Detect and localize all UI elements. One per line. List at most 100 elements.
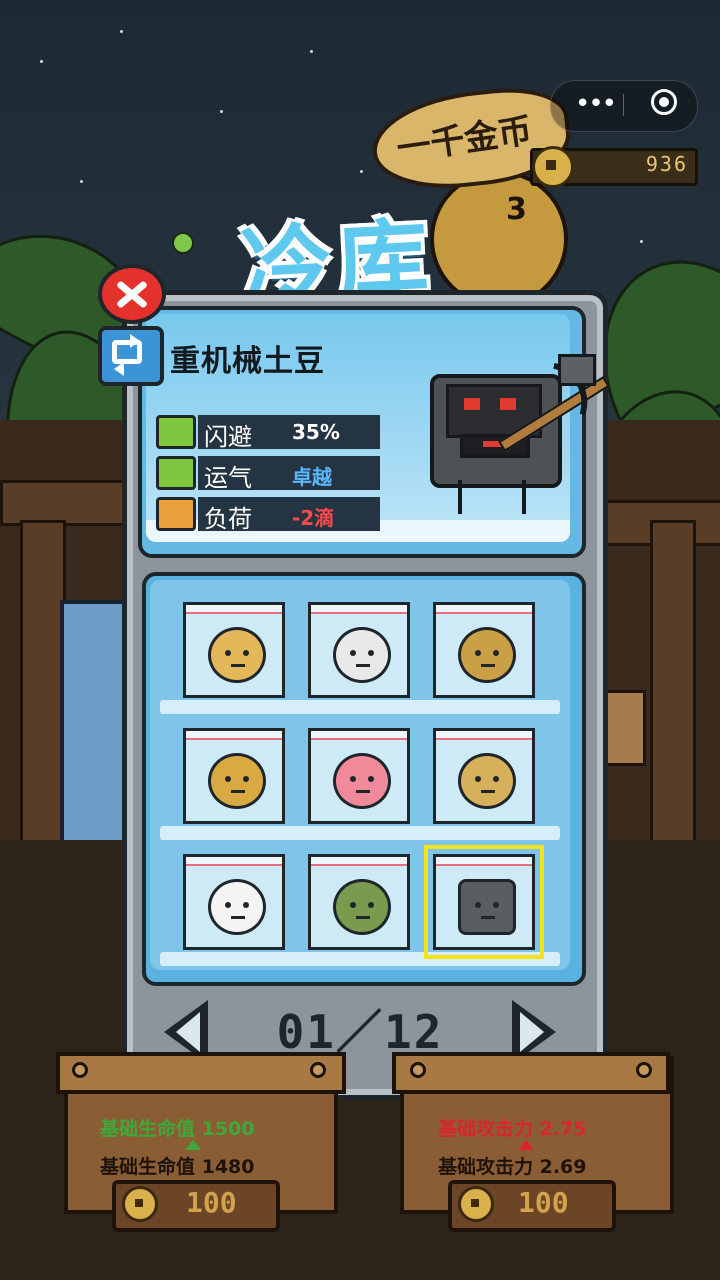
moon-potato xyxy=(430,170,568,308)
star xyxy=(220,110,223,113)
stat-value: 卓越 xyxy=(292,465,332,489)
nail xyxy=(72,1062,88,1078)
ziplock-strip xyxy=(186,731,282,740)
ziplock-strip xyxy=(311,605,407,614)
ziplock-strip xyxy=(311,857,407,866)
eye xyxy=(350,776,356,782)
more-dots-icon[interactable]: ••• xyxy=(568,86,622,124)
crate-lid xyxy=(392,1052,670,1094)
stat-value: 35% xyxy=(292,420,340,444)
capsule-divider xyxy=(623,94,624,116)
shelf xyxy=(160,700,560,714)
nail xyxy=(410,1062,426,1078)
eye xyxy=(225,902,231,908)
robot-leg xyxy=(458,480,462,514)
crate-left-base-stat: 基础生命值 1480 xyxy=(100,1156,255,1178)
close-miniprogram-icon[interactable] xyxy=(651,89,677,115)
plank xyxy=(650,520,696,856)
robot-leg xyxy=(522,480,526,514)
potato-slot-dark-potato[interactable] xyxy=(433,602,535,698)
eye xyxy=(368,650,374,656)
ziplock-strip xyxy=(436,731,532,740)
crate-lid xyxy=(56,1052,346,1094)
ghost-potato-icon xyxy=(208,879,266,935)
stat-row-luck: 运气 卓越 xyxy=(156,456,380,492)
eye xyxy=(225,650,231,656)
star xyxy=(640,240,643,243)
potato-slot-bandage-potato[interactable] xyxy=(308,602,410,698)
close-button[interactable] xyxy=(98,264,166,324)
potato-slot-ghost-potato[interactable] xyxy=(183,854,285,950)
coin-count: 936 xyxy=(645,152,688,176)
mouth xyxy=(356,790,370,793)
eye xyxy=(493,776,499,782)
stat-label: 运气 xyxy=(204,464,252,492)
coin-icon xyxy=(122,1186,158,1222)
heavy-machine-potato-portrait xyxy=(418,354,610,530)
heavy-machine-potato-icon xyxy=(458,879,516,935)
up-arrow-icon xyxy=(185,1140,201,1150)
potato-slot-moss-potato[interactable] xyxy=(308,854,410,950)
ziplock-strip xyxy=(311,731,407,740)
eye xyxy=(350,650,356,656)
plain-potato-icon xyxy=(208,627,266,683)
dodge-potato-icon xyxy=(156,415,196,449)
robot-eye xyxy=(500,398,516,410)
nail xyxy=(310,1062,326,1078)
price-left: 100 xyxy=(186,1186,237,1219)
crying-potato-icon xyxy=(458,753,516,809)
star xyxy=(80,180,83,183)
stat-row-dodge: 闪避 35% xyxy=(156,415,380,451)
moss-potato-icon xyxy=(333,879,391,935)
mouth xyxy=(481,790,495,793)
stat-value: -2滴 xyxy=(292,506,335,530)
crate-left-upgrade-stat: 基础生命值 1500 xyxy=(100,1118,255,1140)
robot-exhaust xyxy=(558,354,596,386)
eye xyxy=(243,650,249,656)
eye xyxy=(475,776,481,782)
eye xyxy=(243,776,249,782)
luck-clover-icon xyxy=(156,456,196,490)
mouth xyxy=(356,664,370,667)
mouth xyxy=(231,790,245,793)
ziplock-strip xyxy=(186,605,282,614)
ziplock-strip xyxy=(186,857,282,866)
swap-arrow-icon xyxy=(130,334,140,348)
ziplock-strip xyxy=(436,605,532,614)
mouth xyxy=(481,664,495,667)
shelf xyxy=(160,952,560,966)
coin-icon xyxy=(458,1186,494,1222)
mouth xyxy=(481,916,495,919)
moon-face-icon: 3 xyxy=(506,192,527,227)
potato-slot-heavy-machine-potato[interactable] xyxy=(424,845,544,959)
crate-right-base-stat: 基础攻击力 2.69 xyxy=(438,1156,587,1178)
robot-eye xyxy=(464,398,480,410)
stat-label: 闪避 xyxy=(204,423,252,451)
eye xyxy=(493,902,499,908)
star xyxy=(120,30,123,33)
swap-arrow-icon xyxy=(114,362,124,376)
potato-slot-crying-potato[interactable] xyxy=(433,728,535,824)
nail xyxy=(636,1062,652,1078)
mouth xyxy=(356,916,370,919)
mouth xyxy=(231,664,245,667)
shelf xyxy=(160,826,560,840)
stat-label: 负荷 xyxy=(204,505,252,533)
potato-slot-plain-potato[interactable] xyxy=(183,602,285,698)
up-arrow-icon xyxy=(518,1140,534,1150)
load-crate-icon xyxy=(156,497,196,531)
eye xyxy=(475,650,481,656)
eye xyxy=(225,776,231,782)
eye xyxy=(475,902,481,908)
bandage-potato-icon xyxy=(333,627,391,683)
shouting-potato-icon xyxy=(208,753,266,809)
coin-icon xyxy=(532,146,574,188)
ziplock-strip xyxy=(436,857,532,866)
swap-button[interactable] xyxy=(98,326,164,386)
crate-right-upgrade-stat: 基础攻击力 2.75 xyxy=(438,1118,587,1140)
eye xyxy=(350,902,356,908)
green-orb xyxy=(172,232,194,254)
potato-slot-pink-potato[interactable] xyxy=(308,728,410,824)
pink-potato-icon xyxy=(333,753,391,809)
potato-slot-shouting-potato[interactable] xyxy=(183,728,285,824)
